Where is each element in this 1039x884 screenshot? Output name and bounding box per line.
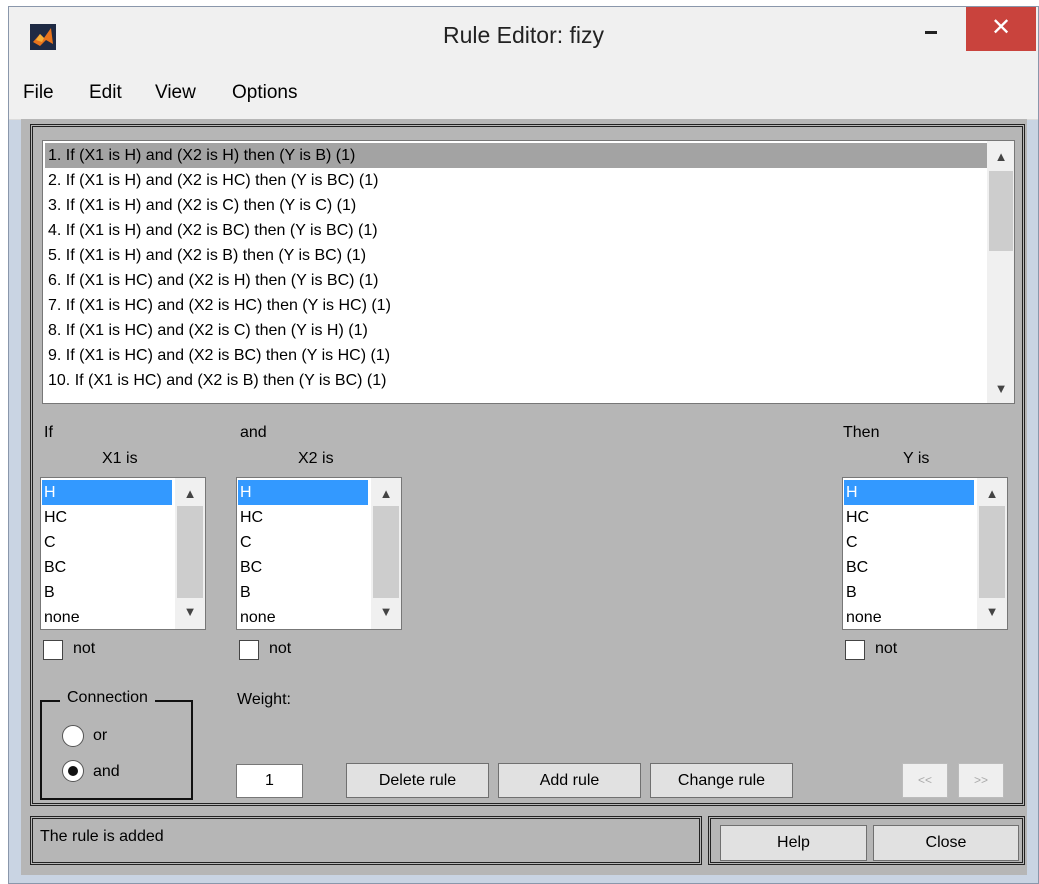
- list-item[interactable]: C: [844, 530, 974, 555]
- y-label: Y is: [903, 450, 930, 467]
- rule-item[interactable]: 7. If (X1 is HC) and (X2 is HC) then (Y …: [45, 293, 988, 318]
- connection-group: [40, 700, 193, 800]
- window-title: Rule Editor: fizy: [442, 22, 605, 48]
- rule-item[interactable]: 5. If (X1 is H) and (X2 is B) then (Y is…: [45, 243, 988, 268]
- or-radio[interactable]: [62, 725, 84, 747]
- delete-rule-button[interactable]: Delete rule: [346, 763, 489, 798]
- list-item[interactable]: H: [844, 480, 974, 505]
- list-item[interactable]: B: [42, 580, 172, 605]
- minimize-button[interactable]: [909, 7, 955, 45]
- rule-item[interactable]: 1. If (X1 is H) and (X2 is H) then (Y is…: [45, 143, 988, 168]
- list-item[interactable]: none: [844, 605, 974, 629]
- rule-item[interactable]: 9. If (X1 is HC) and (X2 is BC) then (Y …: [45, 343, 988, 368]
- menu-options[interactable]: Options: [232, 82, 297, 104]
- weight-label: Weight:: [237, 691, 291, 708]
- y-not-label: not: [875, 640, 898, 657]
- connection-title: Connection: [60, 689, 155, 707]
- title-bar[interactable]: Rule Editor: fizy ✕: [9, 7, 1038, 67]
- scroll-thumb[interactable]: [979, 506, 1005, 598]
- menu-edit[interactable]: Edit: [89, 82, 122, 104]
- add-rule-button[interactable]: Add rule: [498, 763, 641, 798]
- scroll-down-icon[interactable]: ▼: [977, 604, 1007, 619]
- x1-scrollbar[interactable]: ▲ ▼: [175, 478, 205, 629]
- list-item[interactable]: none: [42, 605, 172, 629]
- list-item[interactable]: C: [42, 530, 172, 555]
- list-item[interactable]: none: [238, 605, 368, 629]
- scroll-down-icon[interactable]: ▼: [175, 604, 205, 619]
- y-listbox[interactable]: H HC C BC B none ▲ ▼: [842, 477, 1008, 630]
- minimize-icon: [925, 31, 937, 34]
- prev-rule-button[interactable]: <<: [902, 763, 948, 798]
- status-text: The rule is added: [40, 828, 164, 845]
- list-item[interactable]: HC: [42, 505, 172, 530]
- rule-item[interactable]: 4. If (X1 is H) and (X2 is BC) then (Y i…: [45, 218, 988, 243]
- list-item[interactable]: C: [238, 530, 368, 555]
- list-item[interactable]: HC: [238, 505, 368, 530]
- x1-not-checkbox[interactable]: [43, 640, 63, 660]
- list-item[interactable]: H: [42, 480, 172, 505]
- rule-item[interactable]: 3. If (X1 is H) and (X2 is C) then (Y is…: [45, 193, 988, 218]
- or-radio-label: or: [93, 727, 108, 744]
- menu-bar: File Edit View Options: [9, 67, 1038, 120]
- list-item[interactable]: BC: [42, 555, 172, 580]
- scroll-up-icon[interactable]: ▲: [175, 486, 205, 501]
- rule-item[interactable]: 6. If (X1 is HC) and (X2 is H) then (Y i…: [45, 268, 988, 293]
- close-button[interactable]: Close: [873, 825, 1019, 861]
- list-item[interactable]: BC: [238, 555, 368, 580]
- weight-input[interactable]: 1: [236, 764, 303, 798]
- scroll-thumb[interactable]: [373, 506, 399, 598]
- close-window-button[interactable]: ✕: [966, 7, 1036, 51]
- x2-scrollbar[interactable]: ▲ ▼: [371, 478, 401, 629]
- radio-selected-icon: [68, 766, 78, 776]
- scroll-up-icon[interactable]: ▲: [987, 149, 1014, 164]
- next-rule-button[interactable]: >>: [958, 763, 1004, 798]
- list-item[interactable]: B: [238, 580, 368, 605]
- x2-label: X2 is: [298, 450, 334, 467]
- help-button[interactable]: Help: [720, 825, 867, 861]
- rule-item[interactable]: 2. If (X1 is H) and (X2 is HC) then (Y i…: [45, 168, 988, 193]
- x1-label: X1 is: [102, 450, 138, 467]
- list-item[interactable]: H: [238, 480, 368, 505]
- close-icon: ✕: [990, 14, 1012, 41]
- scroll-up-icon[interactable]: ▲: [371, 486, 401, 501]
- rule-list-scrollbar[interactable]: ▲ ▼: [987, 141, 1014, 403]
- scroll-down-icon[interactable]: ▼: [987, 381, 1014, 396]
- scroll-down-icon[interactable]: ▼: [371, 604, 401, 619]
- then-label: Then: [843, 424, 880, 441]
- scroll-up-icon[interactable]: ▲: [977, 486, 1007, 501]
- scroll-thumb[interactable]: [989, 171, 1013, 251]
- rule-item[interactable]: 8. If (X1 is HC) and (X2 is C) then (Y i…: [45, 318, 988, 343]
- rule-list[interactable]: 1. If (X1 is H) and (X2 is H) then (Y is…: [42, 140, 1015, 404]
- menu-file[interactable]: File: [23, 82, 54, 104]
- y-not-checkbox[interactable]: [845, 640, 865, 660]
- scroll-thumb[interactable]: [177, 506, 203, 598]
- x2-listbox[interactable]: H HC C BC B none ▲ ▼: [236, 477, 402, 630]
- x2-not-label: not: [269, 640, 292, 657]
- x2-not-checkbox[interactable]: [239, 640, 259, 660]
- if-label: If: [44, 424, 53, 441]
- list-item[interactable]: HC: [844, 505, 974, 530]
- change-rule-button[interactable]: Change rule: [650, 763, 793, 798]
- x1-not-label: not: [73, 640, 96, 657]
- y-scrollbar[interactable]: ▲ ▼: [977, 478, 1007, 629]
- list-item[interactable]: B: [844, 580, 974, 605]
- list-item[interactable]: BC: [844, 555, 974, 580]
- and-radio-label: and: [93, 763, 120, 780]
- and-radio[interactable]: [62, 760, 84, 782]
- rule-item[interactable]: 10. If (X1 is HC) and (X2 is B) then (Y …: [45, 368, 988, 393]
- x1-listbox[interactable]: H HC C BC B none ▲ ▼: [40, 477, 206, 630]
- menu-view[interactable]: View: [155, 82, 196, 104]
- and-label: and: [240, 424, 267, 441]
